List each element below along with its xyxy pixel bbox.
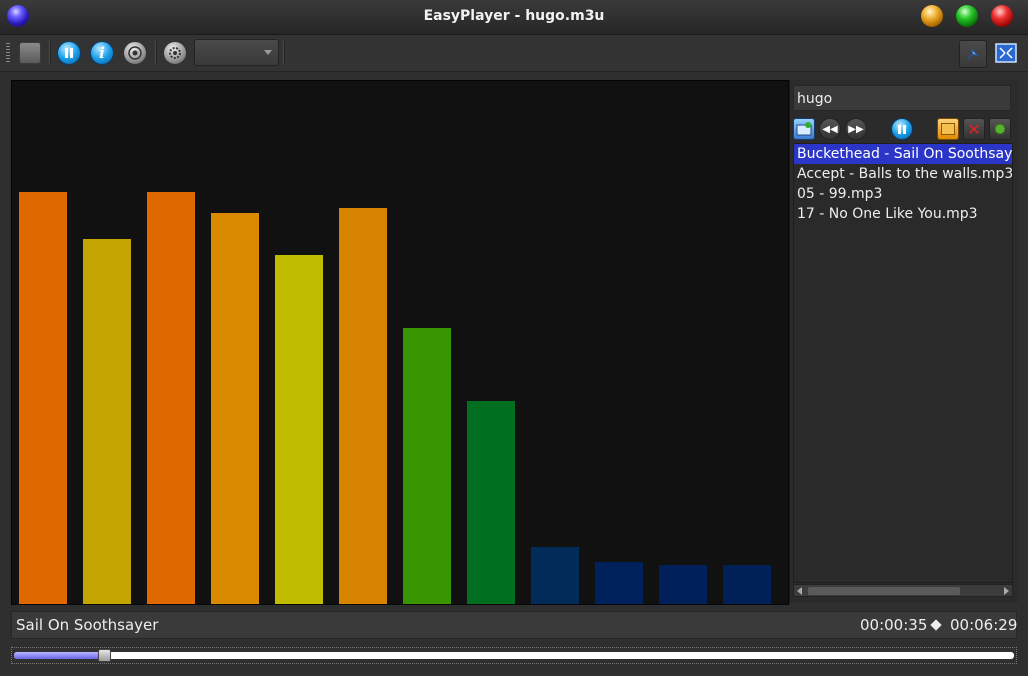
aperture-button[interactable] [122, 40, 148, 66]
current-song-title: Sail On Soothsayer [16, 616, 159, 634]
total-time: 00:06:29 [950, 616, 1018, 634]
spectrum-bar [595, 562, 643, 604]
spectrum-bar [339, 208, 387, 604]
pin-icon [967, 48, 979, 60]
spectrum-bar [531, 547, 579, 604]
shuffle-button[interactable] [989, 118, 1011, 140]
elapsed-time: 00:00:35 [860, 616, 928, 634]
stop-icon [19, 42, 41, 64]
preset-dropdown[interactable] [194, 39, 279, 66]
spectrum-bar [211, 213, 259, 604]
info-icon: i [90, 41, 114, 65]
spectrum-bar [659, 565, 707, 604]
toolbar-separator [49, 41, 51, 65]
playlist-panel: hugo ◀◀ ▶▶ ✕ Buckethead - Sail On Sooths… [789, 80, 1018, 603]
window-title: EasyPlayer - hugo.m3u [423, 8, 605, 24]
next-button[interactable]: ▶▶ [845, 118, 867, 140]
stop-button[interactable] [17, 40, 43, 66]
playlist-item[interactable]: Buckethead - Sail On Soothsayer.mp3 [794, 144, 1012, 164]
maximize-button[interactable] [956, 5, 978, 27]
playlist-item[interactable]: 05 - 99.mp3 [794, 184, 1012, 204]
spectrum-bar [19, 192, 67, 604]
pause-icon [898, 124, 906, 134]
seek-progress [14, 652, 104, 659]
horizontal-scrollbar[interactable] [793, 584, 1013, 597]
playlist-name[interactable]: hugo [793, 85, 1011, 111]
settings-button[interactable] [162, 40, 188, 66]
remove-item-button[interactable]: ✕ [963, 118, 985, 140]
fullscreen-icon [995, 43, 1017, 63]
spectrum-bar [723, 565, 771, 604]
settings-icon [163, 41, 187, 65]
title-bar: EasyPlayer - hugo.m3u [0, 0, 1028, 35]
scroll-right-icon[interactable] [1004, 587, 1009, 595]
playlist-item[interactable]: Accept - Balls to the walls.mp3 [794, 164, 1012, 184]
close-button[interactable] [991, 5, 1013, 27]
playlist-pause-button[interactable] [891, 118, 913, 140]
pause-button[interactable] [56, 40, 82, 66]
spectrum-visualizer [11, 80, 789, 605]
spectrum-bar [275, 255, 323, 604]
gear-icon [994, 123, 1006, 135]
spectrum-bar [403, 328, 451, 604]
fullscreen-button[interactable] [993, 40, 1019, 66]
toolbar-separator [155, 41, 157, 65]
playlist-item[interactable]: 17 - No One Like You.mp3 [794, 204, 1012, 224]
time-separator-icon [930, 619, 942, 631]
seek-handle[interactable] [98, 649, 111, 662]
seek-slider[interactable] [11, 647, 1017, 664]
add-files-button[interactable] [793, 118, 815, 140]
info-button[interactable]: i [89, 40, 115, 66]
playlist-list[interactable]: Buckethead - Sail On Soothsayer.mp3Accep… [793, 143, 1013, 583]
rewind-icon: ◀◀ [822, 123, 838, 135]
now-playing-bar: Sail On Soothsayer 00:00:35 00:06:29 [11, 611, 1017, 639]
spectrum-bar [83, 239, 131, 604]
pause-icon [57, 41, 81, 65]
aperture-icon [123, 41, 147, 65]
seek-track[interactable] [14, 652, 1014, 659]
pin-button[interactable] [959, 40, 987, 68]
spectrum-bar [467, 401, 515, 604]
scroll-left-icon[interactable] [797, 587, 802, 595]
save-playlist-button[interactable] [937, 118, 959, 140]
previous-button[interactable]: ◀◀ [819, 118, 841, 140]
minimize-button[interactable] [921, 5, 943, 27]
folder-icon [941, 123, 955, 135]
chevron-down-icon [264, 50, 272, 55]
close-icon: ✕ [967, 119, 981, 139]
toolbar-separator [283, 41, 285, 65]
toolbar: i [0, 35, 1028, 72]
add-folder-icon [796, 122, 812, 136]
fast-forward-icon: ▶▶ [848, 123, 864, 135]
spectrum-bar [147, 192, 195, 604]
toolbar-grip[interactable] [6, 43, 10, 63]
scrollbar-thumb[interactable] [808, 587, 960, 595]
